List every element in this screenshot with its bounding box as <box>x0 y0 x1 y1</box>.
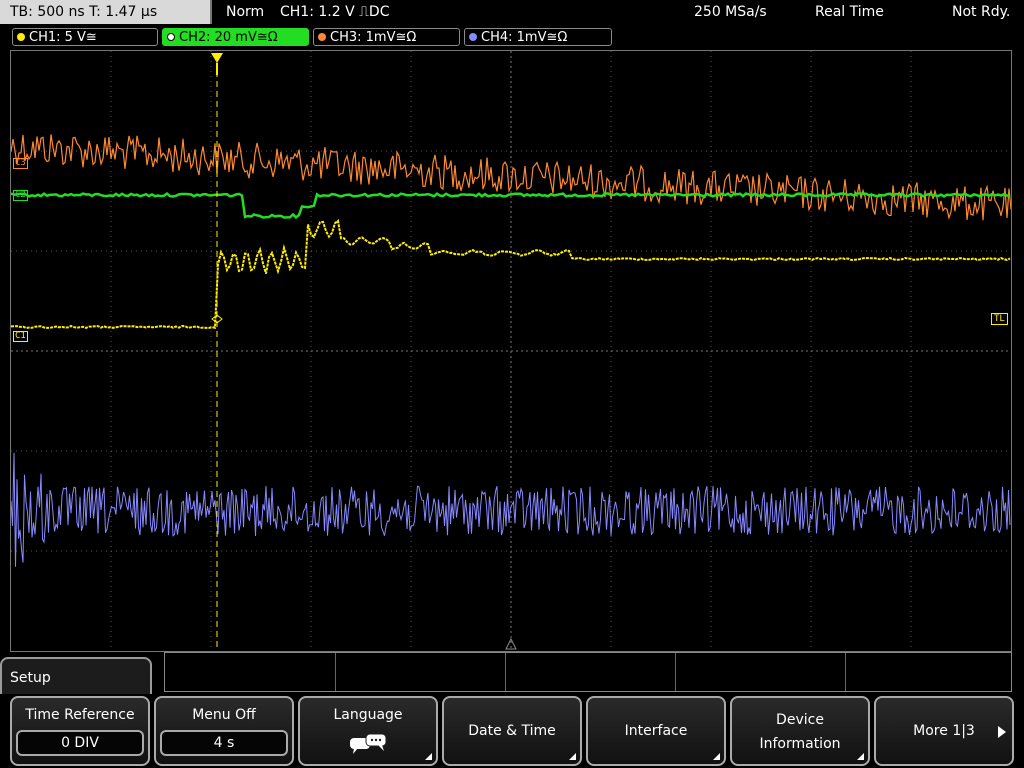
ch2-ground-marker[interactable]: C2 <box>13 190 28 201</box>
device-information-softkey[interactable]: Device Information <box>730 696 870 766</box>
submenu-indicator-icon <box>857 753 864 760</box>
markers <box>211 53 517 651</box>
timebase-readout[interactable]: TB: 500 ns T: 1.47 µs <box>0 0 212 24</box>
panel-divider <box>845 653 846 691</box>
menu-off-softkey[interactable]: Menu Off 4 s <box>154 696 294 766</box>
waveform-canvas <box>11 51 1011 651</box>
trigger-position-icon <box>211 53 223 63</box>
time-reference-softkey[interactable]: Time Reference 0 DIV <box>10 696 150 766</box>
channel-tab-ch2[interactable]: CH2: 20 mV≅Ω <box>162 28 309 46</box>
channel-label: CH4: 1mV≅Ω <box>481 30 568 45</box>
time-reference-value: 0 DIV <box>16 730 144 756</box>
softkey-label: More 1|3 <box>913 723 975 739</box>
submenu-indicator-icon <box>569 753 576 760</box>
trigger-level-marker[interactable]: TL <box>991 313 1008 325</box>
softkey-label-line1: Device <box>776 712 824 728</box>
channel-bar: CH1: 5 V≅ CH2: 20 mV≅Ω CH3: 1mV≅Ω CH4: 1… <box>0 24 1024 50</box>
softkey-label: Menu Off <box>192 707 256 723</box>
menu-title: Setup <box>0 657 152 699</box>
menu-off-value: 4 s <box>160 730 288 756</box>
panel-divider <box>675 653 676 691</box>
channel-tab-ch4[interactable]: CH4: 1mV≅Ω <box>464 28 612 46</box>
panel-divider <box>505 653 506 691</box>
speech-bubbles-icon <box>350 733 387 754</box>
softkey-label-line2: Information <box>759 736 841 752</box>
softkey-label: Date & Time <box>468 723 556 739</box>
ch1-color-dot <box>17 33 25 41</box>
channel-label: CH1: 5 V≅ <box>29 30 97 45</box>
channel-tab-ch3[interactable]: CH3: 1mV≅Ω <box>313 28 460 46</box>
interface-softkey[interactable]: Interface <box>586 696 726 766</box>
softkey-label: Device Information <box>732 708 868 756</box>
next-page-icon <box>998 726 1006 738</box>
trigger-mode[interactable]: Norm <box>226 0 264 24</box>
language-softkey[interactable]: Language <box>298 696 438 766</box>
more-softkey[interactable]: More 1|3 <box>874 696 1014 766</box>
graticule <box>11 51 1011 651</box>
softkey-label: Interface <box>624 723 688 739</box>
softkey-label: Time Reference <box>25 707 135 723</box>
acquisition-mode: Real Time <box>815 4 884 20</box>
ch2-color-dot <box>167 33 175 41</box>
channel-label: CH3: 1mV≅Ω <box>330 30 417 45</box>
date-time-softkey[interactable]: Date & Time <box>442 696 582 766</box>
ch4-trace <box>11 452 1011 567</box>
sample-rate: 250 MSa/s <box>694 4 767 20</box>
submenu-indicator-icon <box>713 753 720 760</box>
channel-tab-ch1[interactable]: CH1: 5 V≅ <box>12 28 158 46</box>
panel-divider <box>335 653 336 691</box>
submenu-indicator-icon <box>425 753 432 760</box>
waveform-display[interactable]: C3 C2 C1 TL <box>10 50 1012 652</box>
trigger-setting[interactable]: CH1: 1.2 V ⎍DC <box>280 0 389 24</box>
ch3-color-dot <box>318 33 326 41</box>
ch1-ground-marker[interactable]: C1 <box>13 331 28 342</box>
menu-info-panel <box>164 652 1012 692</box>
softkey-row: Time Reference 0 DIV Menu Off 4 s Langua… <box>0 694 1024 768</box>
acquisition-state: Not Rdy. <box>952 4 1011 20</box>
channel-label: CH2: 20 mV≅Ω <box>179 30 278 45</box>
status-bar: TB: 500 ns T: 1.47 µs Norm CH1: 1.2 V ⎍D… <box>0 0 1024 24</box>
ch3-ground-marker[interactable]: C3 <box>13 158 28 169</box>
softkey-label: Language <box>333 707 403 723</box>
ch4-color-dot <box>469 33 477 41</box>
